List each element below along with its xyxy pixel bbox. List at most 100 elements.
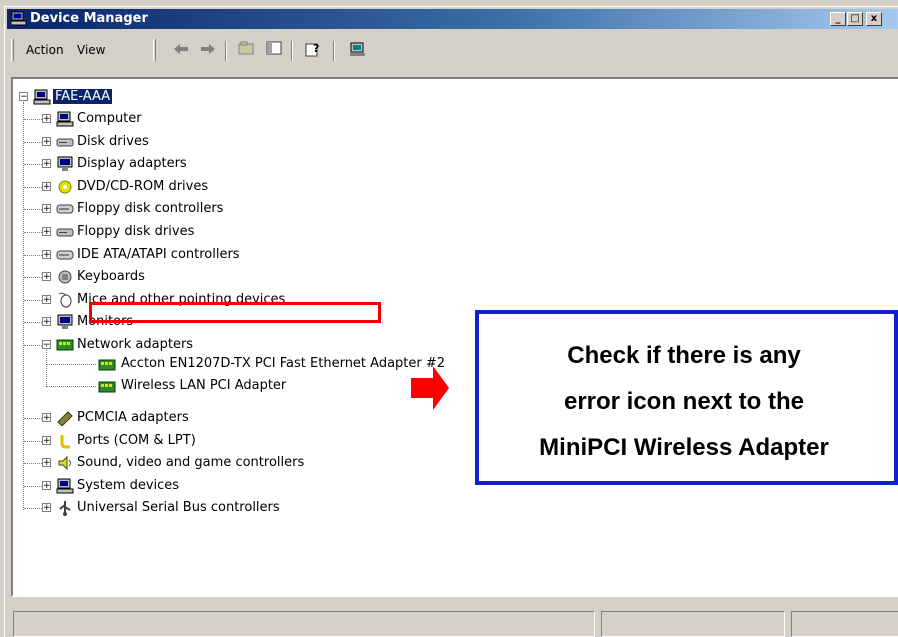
dvd-icon: [58, 180, 72, 194]
tree-guide: [24, 345, 42, 346]
tree-item[interactable]: PCMCIA adapters: [77, 408, 189, 428]
system-icon: [56, 478, 74, 494]
tree-guide: [24, 164, 42, 166]
expand-icon[interactable]: +: [42, 458, 51, 468]
expand-icon[interactable]: +: [42, 227, 51, 237]
computer-icon: [33, 89, 51, 105]
status-pane-3: [791, 611, 898, 637]
tree-item[interactable]: Sound, video and game controllers: [77, 453, 304, 473]
tree-guide: [24, 141, 42, 143]
expand-icon[interactable]: +: [42, 435, 51, 445]
properties-help-icon[interactable]: ?: [302, 41, 324, 61]
window-title: Device Manager: [30, 11, 148, 26]
toolbar-separator: [333, 41, 335, 61]
tree-item[interactable]: Disk drives: [77, 132, 149, 152]
expand-icon[interactable]: +: [42, 181, 51, 191]
toolbar-grip-2[interactable]: [153, 39, 156, 61]
tree-guide: [24, 508, 42, 510]
maximize-button[interactable]: □: [847, 12, 863, 26]
tree-item[interactable]: IDE ATA/ATAPI controllers: [77, 245, 240, 265]
tree-item[interactable]: DVD/CD-ROM drives: [77, 177, 208, 197]
forward-icon[interactable]: [197, 41, 219, 61]
floppy-icon: [56, 228, 74, 237]
tree-guide: [24, 119, 42, 120]
device-manager-icon: [11, 11, 27, 26]
pcmcia-icon: [57, 411, 73, 426]
keyboard-icon: [58, 270, 72, 284]
tree-guide: [24, 209, 42, 211]
expand-icon[interactable]: +: [42, 480, 51, 490]
up-folder-icon[interactable]: [235, 41, 257, 61]
toolbar-grip[interactable]: [11, 39, 14, 61]
usb-icon: [59, 501, 71, 517]
tree-guide: [24, 463, 42, 465]
tree-guide: [24, 485, 42, 487]
tree-guide: [24, 277, 42, 279]
tree-item[interactable]: Ports (COM & LPT): [77, 431, 196, 451]
expand-icon[interactable]: +: [42, 413, 51, 423]
expand-icon[interactable]: +: [42, 503, 51, 513]
tree-item[interactable]: Keyboards: [77, 267, 145, 287]
status-pane-2: [601, 611, 785, 637]
expand-icon[interactable]: +: [42, 317, 51, 327]
collapse-root-icon[interactable]: −: [19, 92, 28, 102]
back-icon[interactable]: [170, 41, 192, 61]
menu-action[interactable]: Action: [26, 43, 64, 57]
tree-root-label: FAE-AAA: [53, 89, 113, 104]
toolbar-separator: [291, 41, 293, 61]
scan-hardware-icon[interactable]: [347, 41, 369, 61]
network-card-icon: [98, 381, 116, 393]
tree-root[interactable]: FAE-AAA: [53, 87, 113, 107]
port-icon: [60, 434, 70, 449]
display-icon: [57, 156, 73, 172]
expand-icon[interactable]: +: [42, 272, 51, 282]
tree-item[interactable]: Floppy disk controllers: [77, 199, 223, 219]
menu-toolbar: Action View ?: [7, 33, 898, 67]
ide-icon: [56, 250, 74, 260]
tree-guide: [24, 232, 42, 233]
expand-icon[interactable]: +: [42, 136, 51, 146]
tree-item[interactable]: Display adapters: [77, 154, 187, 174]
tree-item[interactable]: Floppy disk drives: [77, 222, 194, 242]
close-button[interactable]: x: [866, 12, 882, 26]
monitor-icon: [57, 314, 73, 330]
expand-icon[interactable]: +: [42, 159, 51, 169]
tree-guide: [24, 322, 42, 324]
toolbar-separator: [225, 41, 227, 61]
tree-guide: [24, 254, 42, 256]
computer-icon: [56, 111, 74, 127]
network-child-accton[interactable]: Accton EN1207D-TX PCI Fast Ethernet Adap…: [121, 354, 445, 374]
sound-icon: [58, 455, 71, 471]
callout-line-1: Check if there is any: [567, 342, 801, 369]
tree-guide: [23, 102, 24, 510]
highlight-box: [89, 302, 381, 323]
tree-guide: [46, 386, 96, 387]
network-icon: [56, 339, 74, 351]
tree-item[interactable]: Network adapters: [77, 335, 193, 355]
minimize-button[interactable]: _: [830, 12, 846, 26]
expand-icon[interactable]: +: [42, 204, 51, 214]
tree-guide: [46, 364, 96, 365]
disk-icon: [56, 138, 74, 147]
expand-icon[interactable]: +: [42, 294, 51, 304]
network-child-wireless[interactable]: Wireless LAN PCI Adapter: [121, 376, 286, 396]
tree-guide: [46, 345, 47, 387]
tree-guide: [24, 440, 42, 442]
show-hide-tree-icon[interactable]: [263, 41, 285, 61]
title-bar[interactable]: Device Manager _ □ x: [7, 9, 898, 29]
callout-line-2: error icon next to the: [563, 388, 805, 415]
tree-guide: [24, 418, 42, 419]
tree-item[interactable]: Universal Serial Bus controllers: [77, 498, 280, 518]
floppy-ctrl-icon: [56, 204, 74, 214]
arrow-right-icon: [411, 366, 449, 410]
expand-icon[interactable]: +: [42, 114, 51, 124]
tree-item[interactable]: Computer: [77, 109, 142, 129]
tree-guide: [24, 186, 42, 188]
svg-text:?: ?: [313, 42, 319, 55]
expand-icon[interactable]: +: [42, 249, 51, 259]
menu-view[interactable]: View: [77, 43, 105, 57]
callout-line-3: MiniPCI Wireless Adapter: [539, 434, 829, 461]
status-bar: [13, 611, 898, 637]
network-card-icon: [98, 359, 116, 371]
tree-item[interactable]: System devices: [77, 476, 179, 496]
